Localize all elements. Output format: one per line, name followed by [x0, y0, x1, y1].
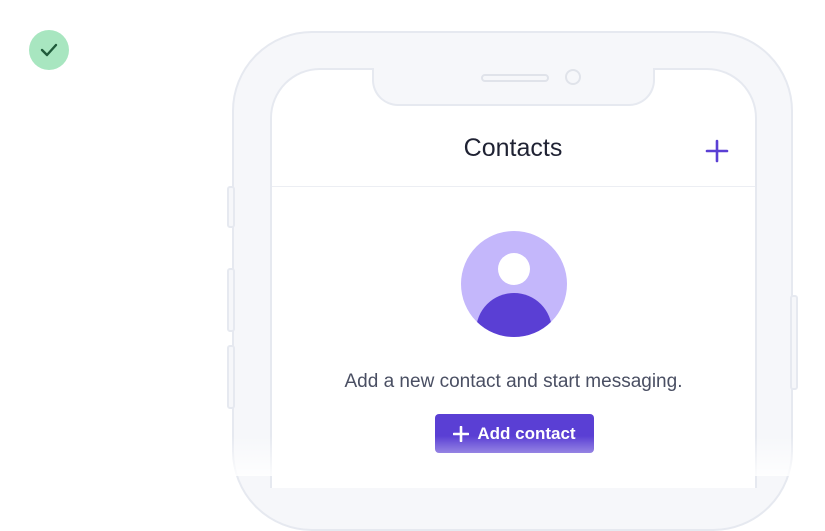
plus-icon: [453, 425, 470, 442]
success-badge: [29, 30, 69, 70]
avatar-head: [498, 253, 530, 285]
phone-camera: [565, 69, 581, 85]
add-contact-header-button[interactable]: [703, 137, 731, 165]
phone-side-button-right: [790, 295, 798, 390]
user-avatar-icon: [461, 231, 567, 337]
page-title: Contacts: [463, 134, 563, 162]
check-icon: [40, 43, 58, 57]
header-divider: [272, 186, 755, 187]
phone-side-button-left: [227, 268, 235, 332]
phone-side-button-left: [227, 186, 235, 228]
add-contact-button-label: Add contact: [477, 423, 576, 443]
empty-state-message: Add a new contact and start messaging.: [344, 371, 683, 392]
avatar-body: [476, 293, 552, 337]
plus-icon: [705, 139, 729, 163]
add-contact-button[interactable]: Add contact: [435, 414, 594, 453]
phone-speaker: [481, 74, 549, 82]
phone-side-button-left: [227, 345, 235, 409]
